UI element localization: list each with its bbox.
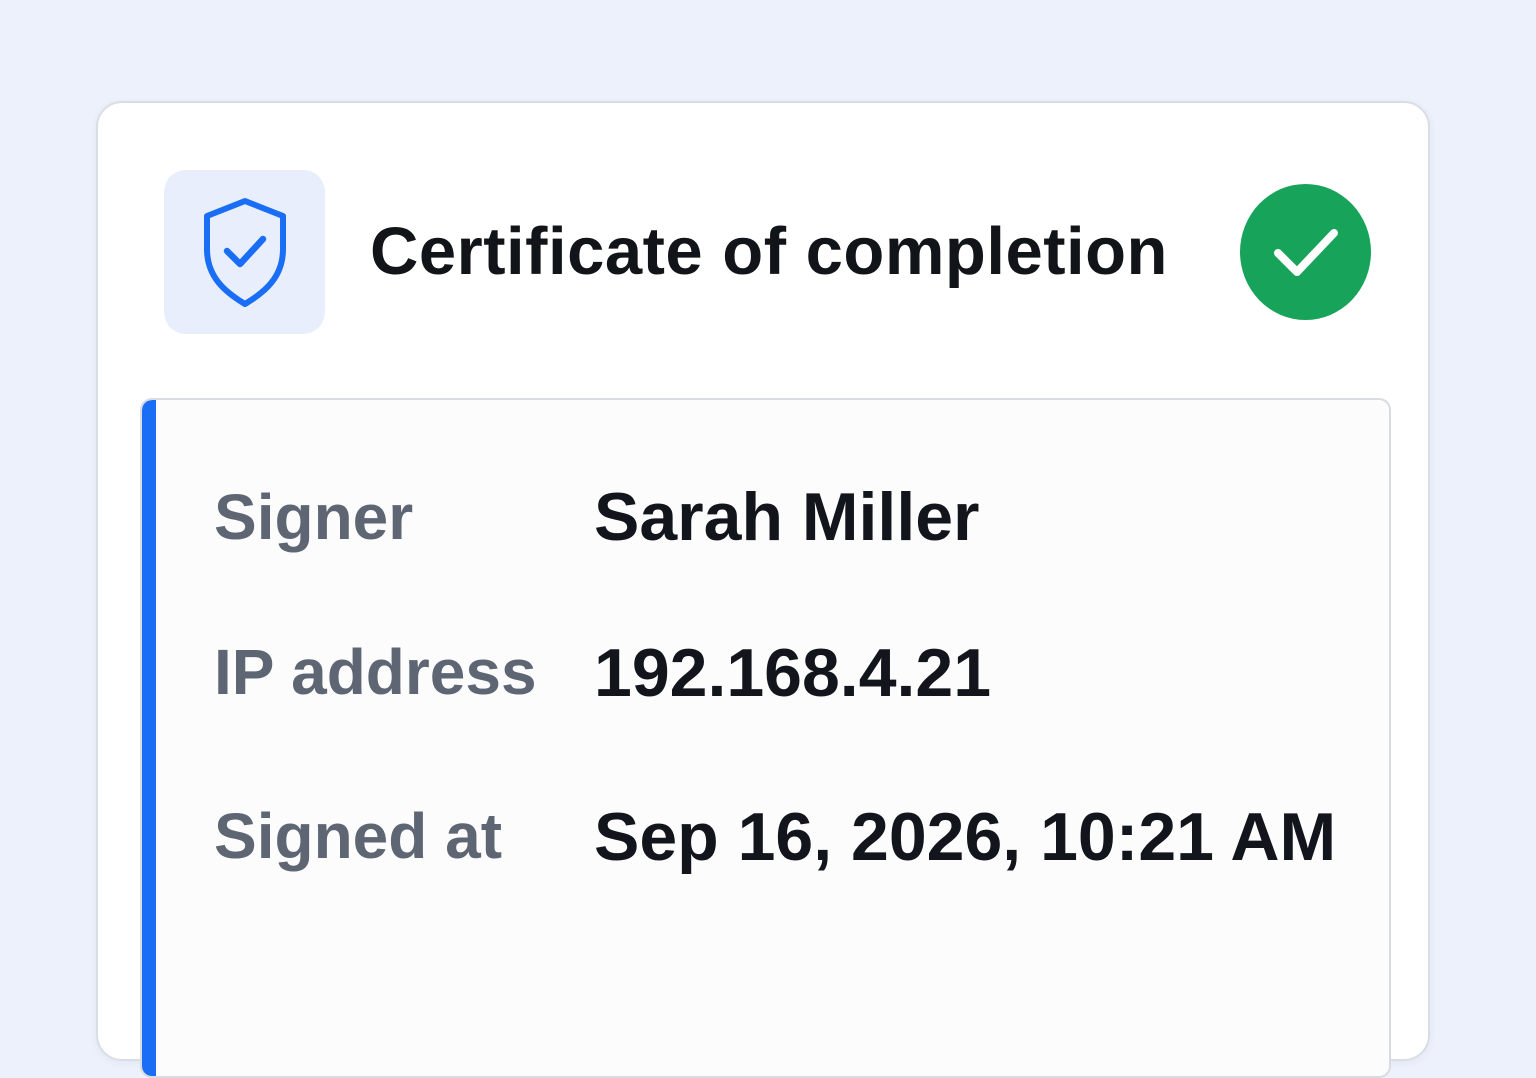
page-title: Certificate of completion (370, 214, 1168, 289)
signed-at-label: Signed at (214, 800, 503, 872)
accent-bar (142, 400, 156, 1076)
shield-icon-tile (164, 170, 325, 334)
signer-label: Signer (214, 481, 414, 553)
shield-check-icon (203, 198, 286, 307)
ip-address-value: 192.168.4.21 (594, 635, 992, 711)
completion-status-badge (1240, 184, 1371, 320)
check-icon (1273, 229, 1338, 276)
ip-address-label: IP address (214, 636, 537, 708)
signer-value: Sarah Miller (594, 479, 980, 555)
signed-at-value: Sep 16, 2026, 10:21 AM (594, 799, 1337, 875)
